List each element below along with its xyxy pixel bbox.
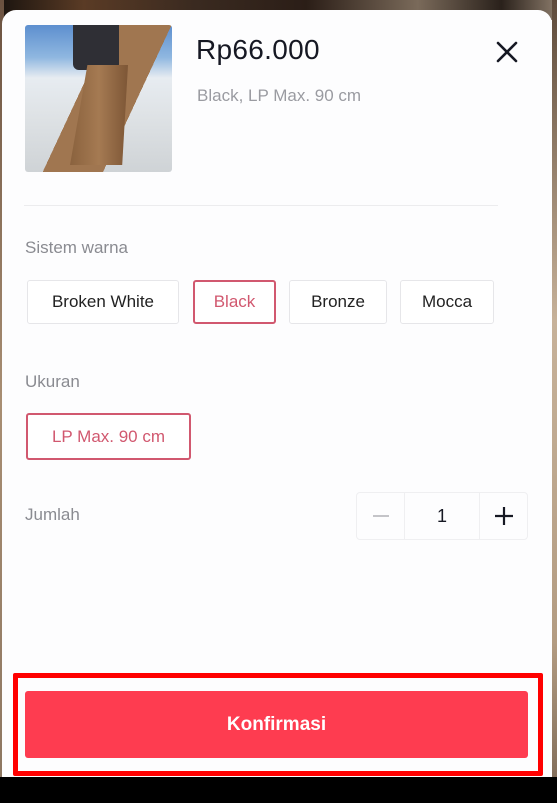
quantity-decrement-button[interactable] xyxy=(357,493,404,539)
color-section-label: Sistem warna xyxy=(25,238,128,257)
close-button[interactable] xyxy=(490,35,524,69)
navigation-bar xyxy=(0,777,557,803)
quantity-value[interactable]: 1 xyxy=(404,493,480,539)
thumbnail-skirt xyxy=(70,65,128,165)
plus-icon xyxy=(494,507,513,525)
thumbnail-top-garment xyxy=(73,25,119,70)
close-icon xyxy=(496,41,518,63)
color-option-mocca[interactable]: Mocca xyxy=(400,280,494,324)
background-edge-right xyxy=(552,0,557,803)
selected-variant-summary: Black, LP Max. 90 cm xyxy=(197,86,362,105)
minus-icon xyxy=(372,515,389,517)
color-option-black[interactable]: Black xyxy=(193,280,276,324)
size-section-label: Ukuran xyxy=(25,372,80,391)
quantity-stepper: 1 xyxy=(356,492,528,540)
product-thumbnail xyxy=(25,25,172,172)
header-divider xyxy=(24,205,498,206)
color-option-bronze[interactable]: Bronze xyxy=(289,280,387,324)
quantity-increment-button[interactable] xyxy=(480,493,527,539)
color-option-broken-white[interactable]: Broken White xyxy=(27,280,179,324)
size-option-lp-max-90[interactable]: LP Max. 90 cm xyxy=(26,413,191,460)
product-price: Rp66.000 xyxy=(196,34,320,65)
quantity-label: Jumlah xyxy=(25,505,80,524)
confirm-button[interactable]: Konfirmasi xyxy=(25,691,528,758)
